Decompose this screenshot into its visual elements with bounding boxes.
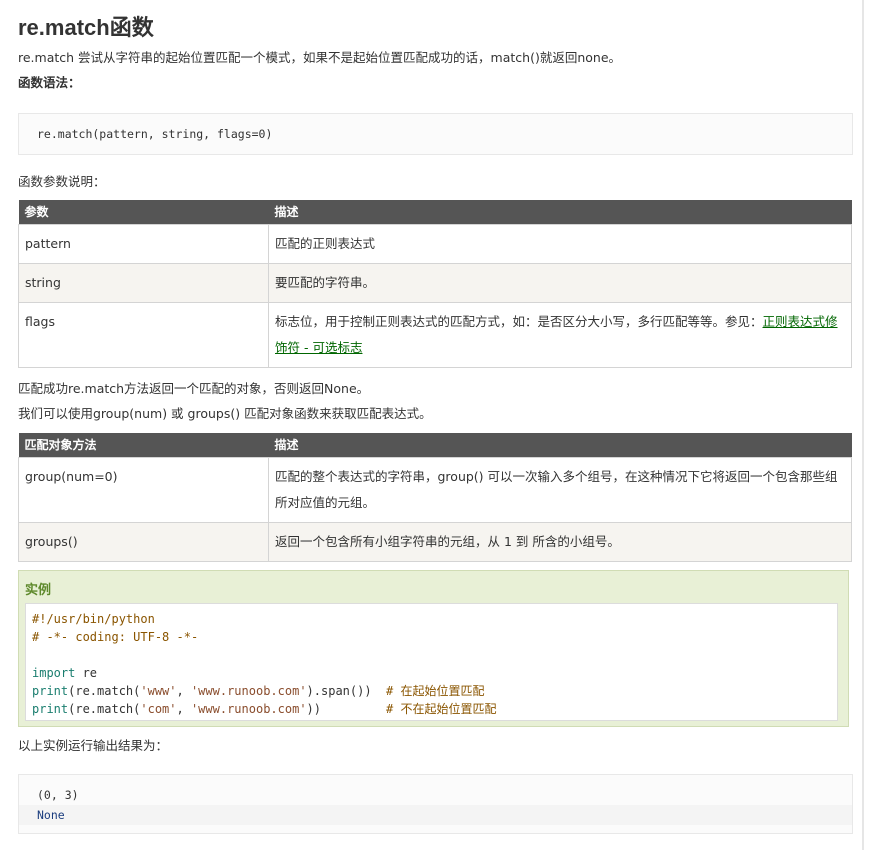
param-desc-text: 标志位，用于控制正则表达式的匹配方式，如：是否区分大小写，多行匹配等等。参见： xyxy=(275,313,763,329)
code-keyword: print xyxy=(32,684,69,698)
param-name: pattern xyxy=(18,223,269,264)
code-text: ).span()) xyxy=(306,684,387,698)
code-string: 'www.runoob.com' xyxy=(190,702,307,716)
method-desc: 匹配的整个表达式的字符串，group() 可以一次输入多个组号，在这种情况下它将… xyxy=(268,456,852,523)
table-row: flags 标志位，用于控制正则表达式的匹配方式，如：是否区分大小写，多行匹配等… xyxy=(18,301,852,368)
param-desc: 要匹配的字符串。 xyxy=(268,262,852,303)
table-row: pattern 匹配的正则表达式 xyxy=(18,223,852,264)
code-string: 'www' xyxy=(140,684,177,698)
table-row: groups() 返回一个包含所有小组字符串的元组，从 1 到 所含的小组号。 xyxy=(18,521,852,562)
methods-header-method: 匹配对象方法 xyxy=(18,433,269,457)
code-text: (re.match( xyxy=(68,684,141,698)
method-desc: 返回一个包含所有小组字符串的元组，从 1 到 所含的小组号。 xyxy=(268,521,852,562)
example-box: 实例 #!/usr/bin/python # -*- coding: UTF-8… xyxy=(18,570,849,727)
code-keyword: import xyxy=(32,666,76,680)
page: re.match函数 re.match 尝试从字符串的起始位置匹配一个模式，如果… xyxy=(0,0,872,850)
code-text: (re.match( xyxy=(68,702,141,716)
code-text: re xyxy=(75,666,98,680)
methods-header-desc: 描述 xyxy=(268,433,852,457)
page-title: re.match函数 xyxy=(18,15,154,40)
methods-table: 匹配对象方法 描述 group(num=0) 匹配的整个表达式的字符串，grou… xyxy=(18,433,852,562)
params-label: 函数参数说明： xyxy=(18,174,106,189)
table-row: group(num=0) 匹配的整个表达式的字符串，group() 可以一次输入… xyxy=(18,456,852,523)
param-desc: 标志位，用于控制正则表达式的匹配方式，如：是否区分大小写，多行匹配等等。参见：正… xyxy=(268,301,852,368)
output-code-block: (0, 3) None xyxy=(18,774,853,834)
code-string: 'www.runoob.com' xyxy=(190,684,307,698)
syntax-code-block: re.match(pattern, string, flags=0) xyxy=(18,113,853,155)
params-table: 参数 描述 pattern 匹配的正则表达式 string 要匹配的字符串。 f… xyxy=(18,200,852,368)
table-row: string 要匹配的字符串。 xyxy=(18,262,852,303)
code-string: 'com' xyxy=(140,702,177,716)
param-name: string xyxy=(18,262,269,303)
example-code[interactable]: #!/usr/bin/python # -*- coding: UTF-8 -*… xyxy=(25,603,838,721)
param-name: flags xyxy=(18,301,269,368)
code-text: , xyxy=(176,702,191,716)
code-coding: # -*- coding: UTF-8 -*- xyxy=(32,630,199,644)
params-table-header: 参数 描述 xyxy=(18,200,852,224)
params-header-param: 参数 xyxy=(18,200,269,224)
code-comment: # 在起始位置匹配 xyxy=(386,684,485,698)
code-comment: # 不在起始位置匹配 xyxy=(386,702,497,716)
code-text: )) xyxy=(306,702,387,716)
param-desc: 匹配的正则表达式 xyxy=(268,223,852,264)
code-shebang: #!/usr/bin/python xyxy=(32,612,155,626)
method-name: group(num=0) xyxy=(18,456,269,523)
example-title: 实例 xyxy=(25,583,52,598)
syntax-label: 函数语法： xyxy=(18,75,81,90)
output-line: (0, 3) xyxy=(37,788,79,802)
params-header-desc: 描述 xyxy=(268,200,852,224)
code-keyword: print xyxy=(32,702,69,716)
output-label: 以上实例运行输出结果为： xyxy=(18,738,169,753)
syntax-code-line: re.match(pattern, string, flags=0) xyxy=(37,127,273,141)
methods-table-header: 匹配对象方法 描述 xyxy=(18,433,852,457)
code-text: , xyxy=(176,684,191,698)
match-return-text: 匹配成功re.match方法返回一个匹配的对象，否则返回None。 xyxy=(18,381,370,396)
method-name: groups() xyxy=(18,521,269,562)
group-usage-text: 我们可以使用group(num) 或 groups() 匹配对象函数来获取匹配表… xyxy=(18,406,432,421)
output-line: None xyxy=(19,805,852,825)
intro-text: re.match 尝试从字符串的起始位置匹配一个模式，如果不是起始位置匹配成功的… xyxy=(18,50,622,65)
right-border xyxy=(862,0,864,850)
